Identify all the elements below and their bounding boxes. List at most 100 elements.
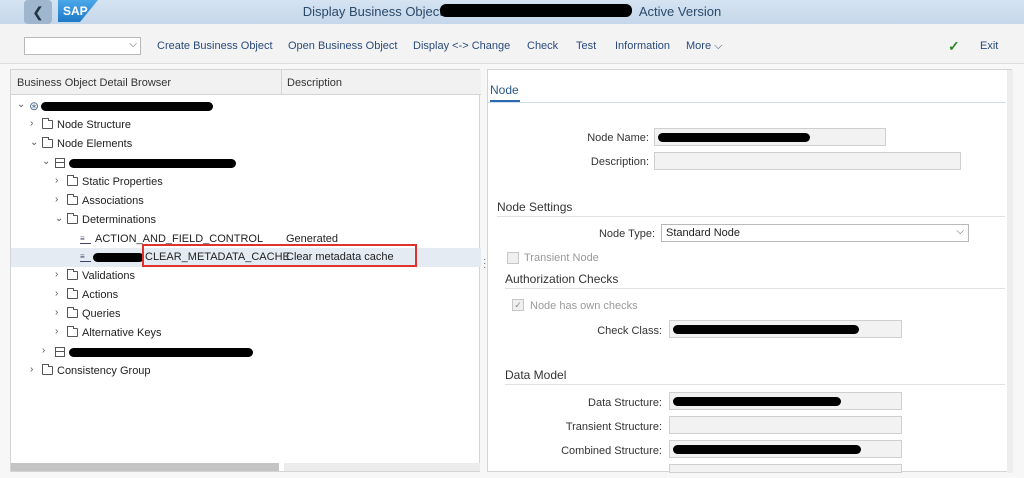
tree-label: Consistency Group [57, 365, 151, 377]
checkmark-icon: ✓ [514, 300, 522, 310]
chevron-down-icon[interactable]: ⌄ [55, 213, 63, 224]
chevron-right-icon[interactable]: › [55, 288, 58, 299]
redacted-object-name [440, 4, 632, 17]
node-name-label: Node Name: [587, 132, 649, 144]
transient-node-checkbox[interactable] [507, 252, 519, 264]
display-change-toggle-button[interactable]: Display <-> Change [413, 40, 510, 52]
transient-node-label: Transient Node [524, 252, 599, 264]
more-menu-button[interactable]: More ⌵ [686, 40, 722, 53]
window-title-start: Display Business Object [302, 4, 443, 19]
combined-structure-label: Combined Structure: [561, 445, 662, 457]
folder-icon [67, 288, 78, 299]
tree-label: Queries [82, 308, 121, 320]
tree-row-node-elements[interactable]: ⌄ Node Elements [11, 135, 481, 154]
folder-icon [67, 307, 78, 318]
data-model-title: Data Model [505, 368, 567, 382]
folder-icon [42, 118, 53, 129]
check-class-label: Check Class: [597, 325, 662, 337]
node-icon [55, 347, 65, 357]
tree-row-determinations[interactable]: ⌄ Determinations [11, 211, 481, 230]
tree-row-validations[interactable]: › Validations [11, 267, 481, 286]
open-business-object-button[interactable]: Open Business Object [288, 40, 397, 52]
tree-row-alternative-keys[interactable]: › Alternative Keys [11, 324, 481, 343]
column-header-browser[interactable]: Business Object Detail Browser [17, 77, 171, 89]
tree-row-child-node[interactable]: › [11, 343, 481, 362]
redacted-node-name [69, 348, 253, 357]
tree-row-static-properties[interactable]: › Static Properties [11, 173, 481, 192]
tree-label: Node Structure [57, 119, 131, 131]
title-bar: ❮ SAP Display Business Object Active Vers… [0, 0, 1024, 24]
section-divider [505, 384, 1005, 385]
business-object-icon: ⊛ [29, 99, 40, 113]
tree-row-root[interactable]: ⌄ ⊛ [11, 97, 481, 116]
chevron-down-icon[interactable]: ⌄ [30, 137, 38, 148]
folder-icon [42, 364, 53, 375]
tree-row-consistency-group[interactable]: › Consistency Group [11, 362, 481, 381]
node-type-select[interactable]: Standard Node ⌵ [661, 224, 969, 242]
node-has-own-checks-checkbox[interactable]: ✓ [512, 299, 524, 311]
node-settings-title: Node Settings [497, 200, 573, 214]
tree-label: Node Elements [57, 138, 133, 150]
folder-open-icon [42, 137, 53, 148]
redacted-data-structure [673, 397, 841, 406]
chevron-down-icon[interactable]: ⌄ [17, 99, 25, 110]
chevron-right-icon[interactable]: › [42, 345, 45, 356]
tree-row-actions[interactable]: › Actions [11, 286, 481, 305]
chevron-right-icon[interactable]: › [55, 175, 58, 186]
column-divider[interactable] [281, 70, 282, 95]
tree-label: Associations [82, 195, 144, 207]
folder-icon [67, 194, 78, 205]
tree-header: Business Object Detail Browser Descripti… [11, 70, 481, 95]
window-title-end: Active Version [638, 4, 722, 19]
description-field[interactable] [654, 152, 961, 170]
tree-label: Determinations [82, 214, 156, 226]
command-field[interactable]: ⌵ [24, 37, 141, 55]
redacted-check-class [673, 325, 859, 334]
vertical-scrollbar[interactable] [1007, 70, 1013, 473]
check-class-field[interactable] [669, 320, 902, 338]
data-structure-field[interactable] [669, 392, 902, 410]
horizontal-scrollbar[interactable] [11, 463, 279, 471]
tree-row-queries[interactable]: › Queries [11, 305, 481, 324]
redacted-bo-name [41, 102, 213, 111]
determination-icon: ≡ [80, 252, 91, 262]
chevron-right-icon[interactable]: › [55, 194, 58, 205]
redacted-node-name [69, 159, 236, 168]
folder-icon [67, 326, 78, 337]
highlight-annotation-box [142, 244, 417, 267]
tree-row-node-structure[interactable]: › Node Structure [11, 116, 481, 135]
chevron-down-icon[interactable]: ⌵ [956, 226, 964, 237]
tree-row-associations[interactable]: › Associations [11, 192, 481, 211]
tab-node[interactable]: Node [490, 83, 519, 97]
next-field-partial[interactable] [669, 464, 902, 473]
section-divider [497, 216, 1005, 217]
splitter-handle[interactable]: · · · [483, 255, 486, 273]
tree-label: Actions [82, 289, 119, 301]
tree-row-root-node[interactable]: ⌄ [11, 154, 481, 173]
chevron-right-icon[interactable]: › [30, 364, 33, 375]
chevron-down-icon[interactable]: ⌵ [129, 39, 137, 50]
column-header-description[interactable]: Description [287, 77, 342, 89]
chevron-right-icon[interactable]: › [55, 269, 58, 280]
folder-open-icon [67, 213, 78, 224]
folder-icon [67, 269, 78, 280]
information-button[interactable]: Information [615, 40, 670, 52]
section-divider [505, 288, 1005, 289]
check-button[interactable]: Check [527, 40, 558, 52]
confirm-check-icon[interactable]: ✓ [948, 38, 960, 55]
redacted-node-name [658, 133, 810, 142]
chevron-right-icon[interactable]: › [30, 118, 33, 129]
exit-button[interactable]: Exit [980, 40, 998, 52]
toolbar: ⌵ Create Business Object Open Business O… [0, 24, 1024, 64]
chevron-right-icon[interactable]: › [55, 326, 58, 337]
transient-structure-field[interactable] [669, 416, 902, 434]
node-has-own-checks-label: Node has own checks [530, 300, 638, 312]
create-business-object-button[interactable]: Create Business Object [157, 40, 273, 52]
business-object-detail-browser: Business Object Detail Browser Descripti… [10, 69, 481, 472]
node-name-field[interactable] [654, 128, 886, 146]
horizontal-scrollbar-description[interactable] [284, 463, 480, 471]
test-button[interactable]: Test [576, 40, 596, 52]
combined-structure-field[interactable] [669, 440, 902, 458]
chevron-right-icon[interactable]: › [55, 307, 58, 318]
chevron-down-icon[interactable]: ⌄ [42, 156, 50, 167]
